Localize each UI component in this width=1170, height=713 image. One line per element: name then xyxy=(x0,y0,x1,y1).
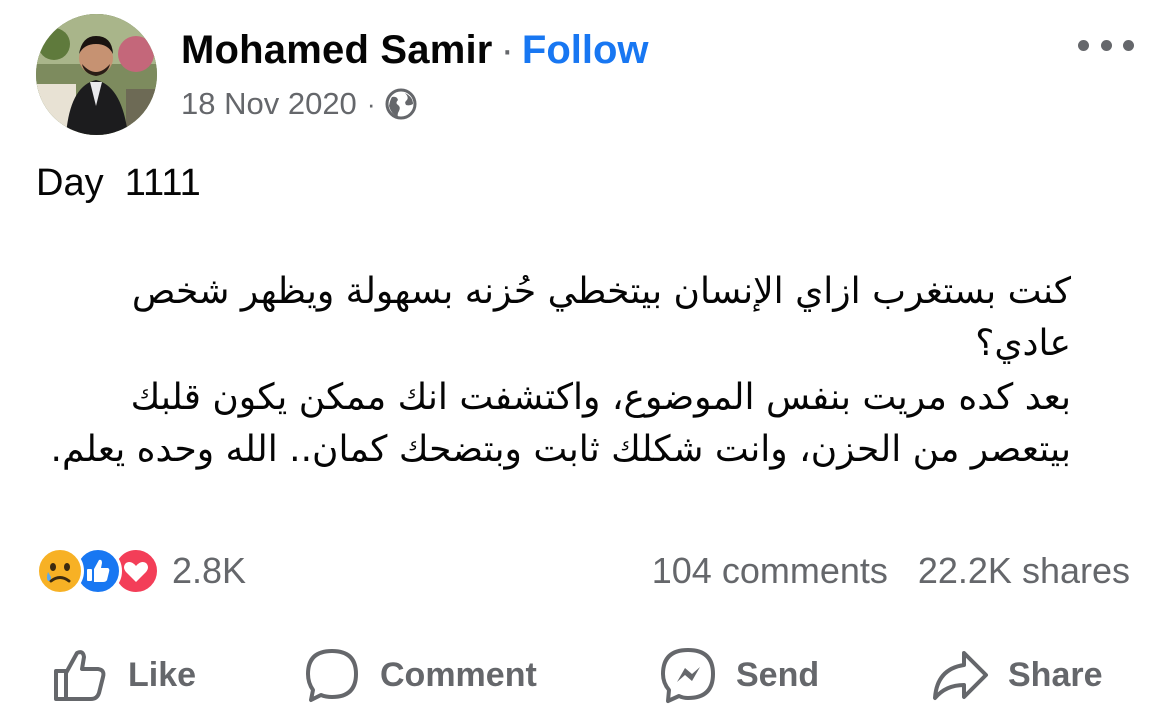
more-dot xyxy=(1100,39,1112,51)
more-options-icon[interactable] xyxy=(1078,30,1134,60)
share-label: Share xyxy=(1008,655,1103,694)
action-bar: Like Comment Send Share xyxy=(0,640,1170,710)
follow-button[interactable]: Follow xyxy=(522,28,649,73)
messenger-icon xyxy=(661,648,715,703)
author-row: Mohamed Samir · Follow xyxy=(181,24,649,76)
globe-icon[interactable] xyxy=(385,88,417,120)
facebook-post: Mohamed Samir · Follow 18 Nov 2020 · Day… xyxy=(0,0,1170,713)
like-label: Like xyxy=(128,655,197,694)
share-arrow-icon xyxy=(933,651,988,700)
meta-separator: · xyxy=(366,88,376,119)
comment-bubble-icon xyxy=(306,649,358,702)
author-avatar[interactable] xyxy=(36,14,157,135)
more-dot xyxy=(1078,39,1089,51)
reactions-summary[interactable]: 2.8K xyxy=(36,545,246,597)
post-day-line: Day 1111 xyxy=(36,162,201,204)
thumbs-up-icon xyxy=(54,650,106,701)
name-separator: · xyxy=(500,27,514,72)
comment-label: Comment xyxy=(380,655,537,694)
shares-count[interactable]: 22.2K shares xyxy=(918,550,1130,592)
post-meta: 18 Nov 2020 · xyxy=(181,82,417,126)
post-paragraph-1: كنت بستغرب ازاي الإنسان بيتخطي حُزنه بسه… xyxy=(131,271,1071,364)
post-date[interactable]: 18 Nov 2020 xyxy=(181,86,357,122)
sad-reaction-icon xyxy=(36,547,84,595)
author-name[interactable]: Mohamed Samir xyxy=(181,28,493,73)
share-button[interactable]: Share xyxy=(930,640,1103,710)
comments-count[interactable]: 104 comments xyxy=(652,550,888,592)
more-dot xyxy=(1123,39,1134,51)
like-button[interactable]: Like xyxy=(50,640,196,710)
engagement-stats: 104 comments 22.2K shares xyxy=(652,545,1130,597)
send-button[interactable]: Send xyxy=(658,640,819,710)
reaction-count: 2.8K xyxy=(172,550,247,591)
send-label: Send xyxy=(736,655,820,694)
post-paragraph-2: بعد كده مريت بنفس الموضوع، واكتشفت انك م… xyxy=(50,377,1071,470)
comment-button[interactable]: Comment xyxy=(302,640,537,710)
